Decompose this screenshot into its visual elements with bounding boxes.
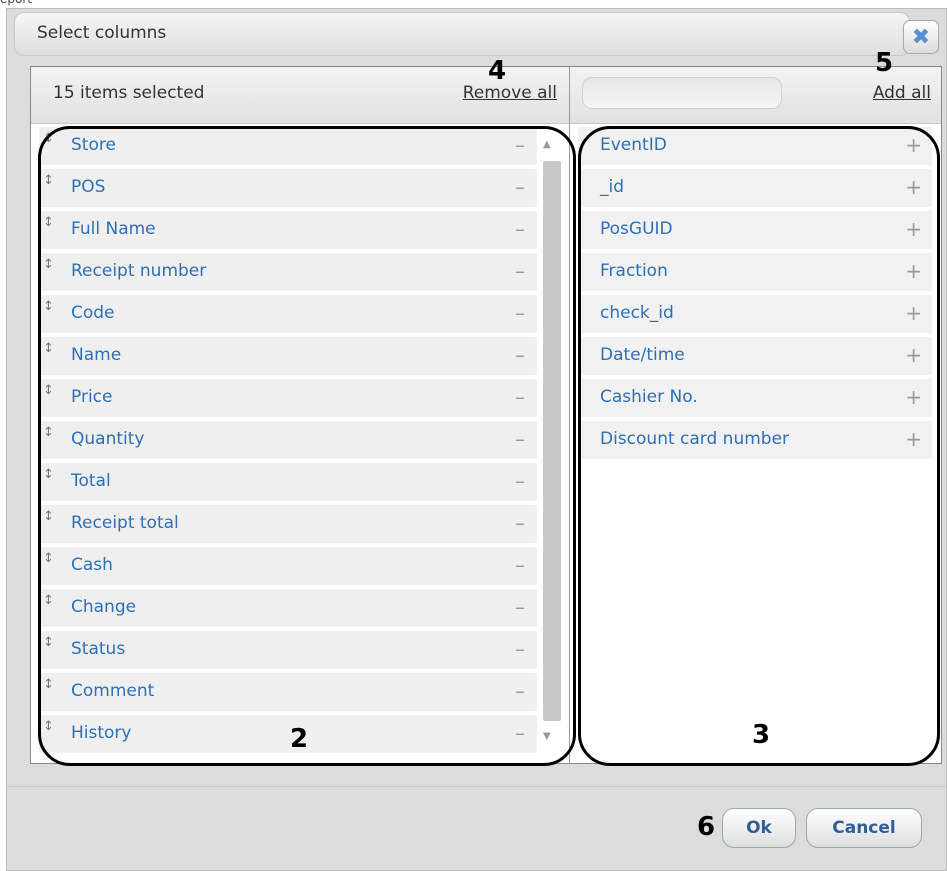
annotation-number-6: 6 [697, 812, 716, 842]
selected-count-label: 15 items selected [53, 83, 205, 103]
annotation-box-3 [578, 126, 940, 766]
annotation-number-4: 4 [488, 56, 507, 86]
annotation-number-3: 3 [752, 720, 771, 750]
cropped-text: eport [0, 0, 32, 6]
annotation-number-2: 2 [290, 724, 309, 754]
annotation-number-5: 5 [875, 48, 894, 78]
dialog-titlebar: Select columns [14, 12, 910, 56]
ok-button[interactable]: Ok [722, 808, 796, 848]
add-all-link[interactable]: Add all [873, 83, 931, 103]
annotation-box-2 [38, 126, 576, 766]
footer-divider [6, 786, 947, 787]
close-x-icon: ✖ [911, 24, 931, 50]
remove-all-link[interactable]: Remove all [463, 83, 557, 103]
close-button[interactable]: ✖ [903, 20, 939, 54]
cancel-button[interactable]: Cancel [806, 808, 922, 848]
dialog-title: Select columns [37, 23, 167, 43]
search-input[interactable] [582, 77, 782, 109]
